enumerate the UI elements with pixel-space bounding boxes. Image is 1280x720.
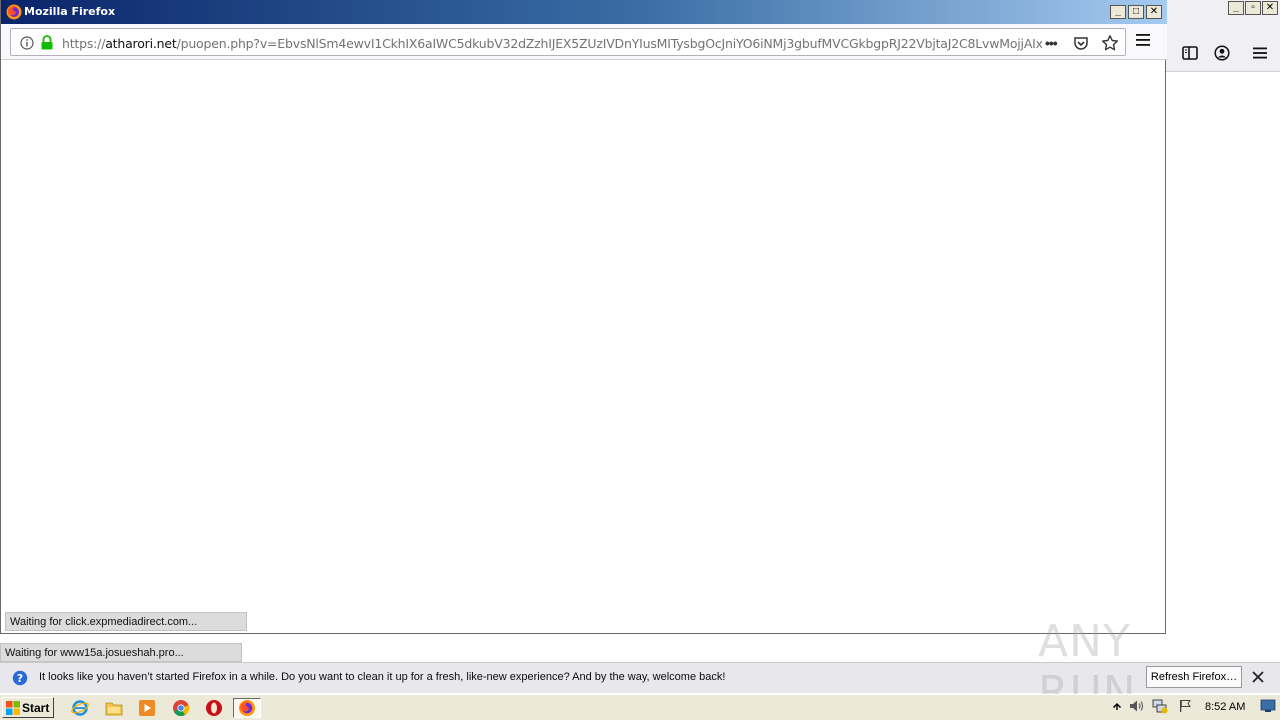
- lock-icon[interactable]: [40, 35, 54, 50]
- taskbar-clock[interactable]: 8:52 AM: [1205, 701, 1245, 713]
- opera-icon[interactable]: [204, 698, 224, 718]
- file-explorer-icon[interactable]: [104, 698, 124, 718]
- media-player-icon[interactable]: [137, 698, 157, 718]
- url-text[interactable]: https://atharori.net/puopen.php?v=EbvsNl…: [62, 36, 1042, 51]
- taskbar: Start 8:52 AM: [0, 694, 1280, 720]
- start-label: Start: [22, 700, 50, 715]
- firefox-logo-icon: [6, 4, 22, 20]
- svg-text:?: ?: [17, 672, 23, 685]
- close-window-button[interactable]: ✕: [1146, 5, 1162, 19]
- close-window-button[interactable]: ✕: [1262, 1, 1278, 15]
- start-button[interactable]: Start: [2, 697, 54, 718]
- sidebar-icon[interactable]: [1180, 43, 1200, 63]
- background-toolbar: _ ▫ ✕: [1164, 0, 1280, 72]
- window-titlebar[interactable]: Mozilla Firefox _ □ ✕: [1, 0, 1167, 24]
- volume-icon[interactable]: [1129, 698, 1145, 714]
- close-icon[interactable]: [1251, 670, 1265, 684]
- hamburger-menu-icon[interactable]: [1250, 43, 1270, 63]
- popup-firefox-window: Mozilla Firefox _ □ ✕ https://atharori.n…: [0, 0, 1167, 634]
- internet-explorer-icon[interactable]: [70, 698, 90, 718]
- pocket-icon[interactable]: [1073, 35, 1089, 51]
- background-window-controls: _ ▫ ✕: [1228, 1, 1278, 15]
- restore-button[interactable]: ▫: [1245, 1, 1261, 15]
- windows-logo-icon: [6, 700, 20, 715]
- minimize-button[interactable]: _: [1228, 1, 1244, 15]
- info-icon[interactable]: [20, 36, 34, 50]
- action-center-flag-icon[interactable]: [1177, 698, 1193, 714]
- firefox-taskbar-button[interactable]: [233, 698, 261, 718]
- background-firefox-window: _ ▫ ✕: [1164, 0, 1280, 694]
- url-host: atharori.net: [105, 36, 177, 51]
- bookmark-star-icon[interactable]: [1101, 34, 1119, 52]
- page-content[interactable]: [4, 61, 1164, 632]
- url-scheme: https://: [62, 36, 106, 51]
- navigation-toolbar: https://atharori.net/puopen.php?v=EbvsNl…: [1, 24, 1167, 60]
- hamburger-menu-icon[interactable]: [1135, 33, 1151, 49]
- notification-message: It looks like you haven’t started Firefo…: [39, 671, 726, 683]
- show-desktop-icon[interactable]: [1260, 698, 1276, 714]
- page-actions-more-icon[interactable]: •••: [1045, 35, 1063, 51]
- maximize-button[interactable]: □: [1128, 5, 1144, 19]
- minimize-button[interactable]: _: [1110, 5, 1126, 19]
- question-icon: ?: [12, 670, 28, 686]
- window-title: Mozilla Firefox: [24, 5, 116, 18]
- chrome-icon[interactable]: [171, 698, 191, 718]
- network-icon[interactable]: [1152, 698, 1168, 714]
- account-icon[interactable]: [1212, 43, 1232, 63]
- url-path: /puopen.php?v=EbvsNlSm4ewvI1CkhIX6aIWC5d…: [176, 36, 1042, 51]
- address-bar[interactable]: https://atharori.net/puopen.php?v=EbvsNl…: [10, 28, 1126, 56]
- background-status-panel: Waiting for www15a.josueshah.pro...: [0, 643, 242, 662]
- show-hidden-icons-icon[interactable]: [1109, 698, 1125, 714]
- anyrun-watermark: ANY RUN: [1038, 606, 1238, 718]
- status-panel: Waiting for click.expmediadirect.com...: [5, 612, 247, 631]
- window-controls: _ □ ✕: [1110, 5, 1162, 19]
